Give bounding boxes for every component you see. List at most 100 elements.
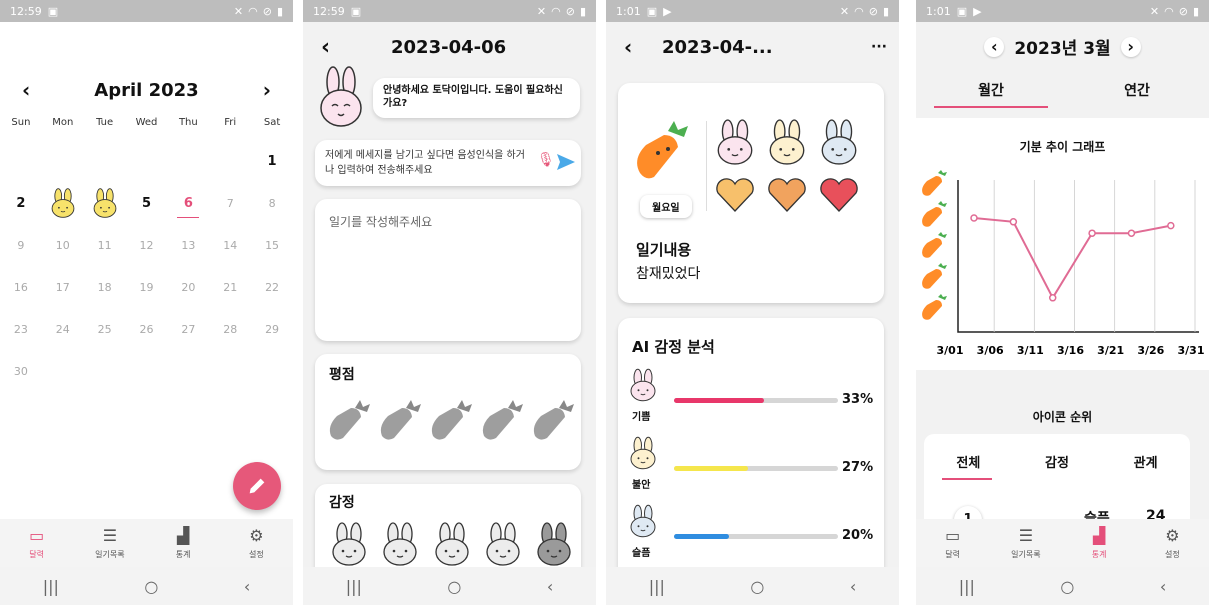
tab-yearly[interactable]: 연간 bbox=[1082, 80, 1192, 100]
calendar-day[interactable]: 9 bbox=[0, 224, 42, 266]
prev-month-button[interactable]: ‹ bbox=[22, 78, 30, 102]
month-title: 2023년 3월 bbox=[1014, 39, 1111, 59]
emotion-options bbox=[329, 520, 574, 572]
home-button[interactable]: ○ bbox=[1060, 577, 1074, 596]
recent-apps-button[interactable]: ||| bbox=[959, 577, 975, 596]
calendar-day[interactable]: 6 bbox=[167, 182, 209, 224]
rating-carrot-icon[interactable] bbox=[325, 398, 371, 448]
bunny-emotion-icon bbox=[434, 522, 469, 566]
calendar-day[interactable]: 18 bbox=[84, 266, 126, 308]
weekday-label: Wed bbox=[135, 117, 158, 128]
nav-diary-list[interactable]: ☰ 일기목록 bbox=[996, 526, 1056, 560]
system-nav: ||| ○ ‹ bbox=[303, 567, 596, 605]
calendar-day[interactable]: 13 bbox=[167, 224, 209, 266]
recent-apps-button[interactable]: ||| bbox=[649, 577, 665, 596]
calendar-day[interactable]: 26 bbox=[126, 308, 168, 350]
calendar-day[interactable]: 21 bbox=[209, 266, 251, 308]
calendar-day[interactable] bbox=[42, 182, 84, 224]
write-diary-button[interactable] bbox=[233, 462, 281, 510]
calendar-day[interactable]: 19 bbox=[126, 266, 168, 308]
nav-calendar[interactable]: ▭ 달력 bbox=[7, 526, 67, 560]
rank-tab[interactable]: 관계 bbox=[1134, 452, 1158, 471]
emotion-option[interactable] bbox=[380, 520, 420, 572]
nav-settings[interactable]: ⚙ 설정 bbox=[226, 526, 286, 560]
back-button[interactable]: ‹ bbox=[624, 35, 662, 59]
rating-carrot-icon[interactable] bbox=[376, 398, 422, 448]
back-button[interactable]: ‹ bbox=[1160, 577, 1166, 596]
nav-settings-label: 설정 bbox=[1165, 550, 1180, 559]
calendar-day[interactable]: 16 bbox=[0, 266, 42, 308]
calendar-day[interactable]: 10 bbox=[42, 224, 84, 266]
month-selector: ‹ 2023년 3월 › bbox=[916, 34, 1209, 59]
nav-stats[interactable]: ▟ 통계 bbox=[153, 526, 213, 560]
rating-carrot-icon[interactable] bbox=[478, 398, 524, 448]
back-button[interactable]: ‹ bbox=[321, 35, 371, 60]
weekday-label: Sun bbox=[11, 117, 31, 128]
calendar-day[interactable]: 28 bbox=[209, 308, 251, 350]
message-input[interactable]: 저에게 메세지를 남기고 싶다면 음성인식을 하거나 입력하여 전송해주세요 🎙 bbox=[315, 140, 581, 186]
calendar-day[interactable]: 12 bbox=[126, 224, 168, 266]
rating-card: 평점 bbox=[315, 354, 581, 470]
calendar-day[interactable]: 14 bbox=[209, 224, 251, 266]
calendar-day[interactable]: 27 bbox=[167, 308, 209, 350]
day-number: 12 bbox=[139, 238, 154, 252]
calendar-day[interactable]: 17 bbox=[42, 266, 84, 308]
diary-textarea[interactable]: 일기를 작성해주세요 bbox=[315, 199, 581, 341]
calendar-day[interactable]: 1 bbox=[251, 140, 293, 182]
nav-stats-label: 통계 bbox=[175, 550, 191, 559]
next-month-button[interactable]: › bbox=[1120, 36, 1141, 57]
weekday-label: Tue bbox=[96, 117, 114, 128]
back-button[interactable]: ‹ bbox=[850, 577, 856, 596]
nav-diary-list[interactable]: ☰ 일기목록 bbox=[80, 526, 140, 560]
calendar-day[interactable] bbox=[84, 182, 126, 224]
send-icon[interactable] bbox=[557, 154, 575, 170]
emotion-option[interactable] bbox=[432, 520, 472, 572]
prev-month-button[interactable]: ‹ bbox=[984, 36, 1005, 57]
nav-calendar[interactable]: ▭ 달력 bbox=[923, 526, 983, 560]
emotion-option[interactable] bbox=[534, 520, 574, 572]
home-button[interactable]: ○ bbox=[144, 577, 158, 596]
calendar-day[interactable]: 22 bbox=[251, 266, 293, 308]
nav-settings[interactable]: ⚙ 설정 bbox=[1142, 526, 1202, 560]
rating-carrot-icon[interactable] bbox=[427, 398, 473, 448]
home-button[interactable]: ○ bbox=[447, 577, 461, 596]
bunny-emotion-icon bbox=[537, 522, 571, 566]
y-axis-carrot-icon bbox=[922, 201, 947, 227]
rank-tab-indicator bbox=[942, 478, 992, 480]
greeting-bubble: 안녕하세요 토닥이입니다. 도움이 필요하신가요? bbox=[373, 78, 580, 118]
rank-tab[interactable]: 감정 bbox=[1045, 452, 1069, 471]
calendar-day[interactable]: 2 bbox=[0, 182, 42, 224]
microphone-icon[interactable]: 🎙 bbox=[537, 153, 555, 168]
calendar-screen: 12:59 ▣ ✕ ◠ ⊘ ▮ ‹ April 2023 › Sun Mon Tue Wed T… bbox=[0, 0, 293, 605]
image-icon: ▣ bbox=[47, 4, 59, 18]
calendar-day[interactable]: 7 bbox=[209, 182, 251, 224]
calendar-day[interactable]: 23 bbox=[0, 308, 42, 350]
calendar-day[interactable]: 20 bbox=[167, 266, 209, 308]
more-button[interactable]: ··· bbox=[871, 39, 887, 55]
day-number: 11 bbox=[97, 238, 112, 252]
next-month-button[interactable]: › bbox=[263, 78, 271, 102]
emotion-option[interactable] bbox=[483, 520, 523, 572]
calendar-day[interactable]: 24 bbox=[42, 308, 84, 350]
calendar-day[interactable]: 15 bbox=[251, 224, 293, 266]
emotion-label: 기쁨 bbox=[632, 412, 651, 423]
recent-apps-button[interactable]: ||| bbox=[346, 577, 362, 596]
day-number: 6 bbox=[183, 195, 193, 211]
back-button[interactable]: ‹ bbox=[547, 577, 553, 596]
calendar-day[interactable]: 11 bbox=[84, 224, 126, 266]
detail-header: ‹ 2023-04-... ··· bbox=[606, 32, 899, 62]
calendar-day[interactable]: 30 bbox=[0, 350, 42, 392]
calendar-day[interactable]: 25 bbox=[84, 308, 126, 350]
rank-tab[interactable]: 전체 bbox=[956, 452, 980, 471]
emotion-option[interactable] bbox=[329, 520, 369, 572]
recent-apps-button[interactable]: ||| bbox=[43, 577, 59, 596]
bunny-emotion-icon bbox=[383, 522, 417, 566]
home-button[interactable]: ○ bbox=[750, 577, 764, 596]
calendar-day[interactable]: 29 bbox=[251, 308, 293, 350]
calendar-day[interactable]: 8 bbox=[251, 182, 293, 224]
rating-carrot-icon[interactable] bbox=[529, 398, 575, 448]
calendar-day[interactable]: 5 bbox=[126, 182, 168, 224]
tab-monthly[interactable]: 월간 bbox=[936, 80, 1046, 100]
back-button[interactable]: ‹ bbox=[244, 577, 250, 596]
nav-stats[interactable]: ▟ 통계 bbox=[1069, 526, 1129, 560]
